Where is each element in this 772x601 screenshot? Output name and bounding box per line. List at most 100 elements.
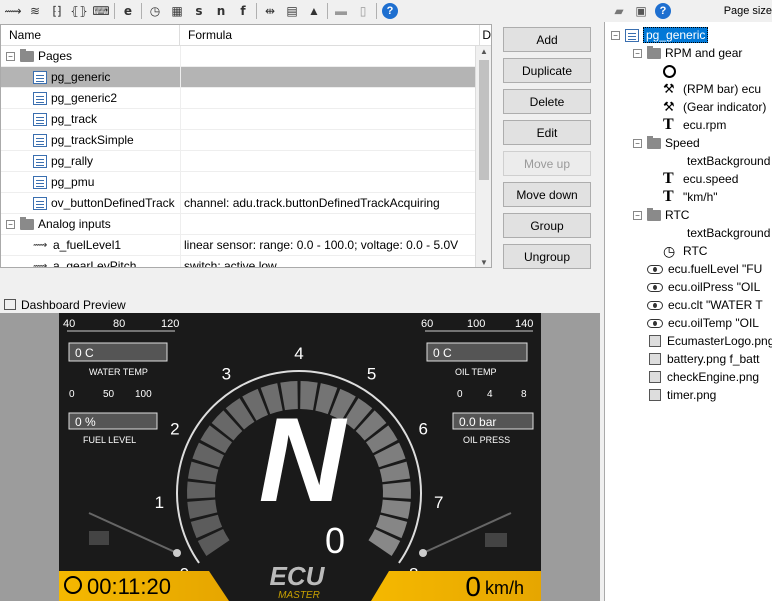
scroll-thumb[interactable] [479, 60, 489, 180]
outline-item[interactable]: − RPM and gear [633, 44, 742, 62]
document-icon[interactable]: ▯ [352, 1, 374, 21]
tree-row[interactable]: ⟿ a_gearLevPitch switch: active low [1, 256, 491, 267]
bracket-2-icon[interactable]: ⦃⦄ [68, 1, 90, 21]
outline-item[interactable]: battery.png f_batt [649, 350, 760, 368]
help-button[interactable]: ? [379, 1, 401, 21]
outline-item[interactable]: EcumasterLogo.png [649, 332, 772, 350]
duplicate-button[interactable]: Duplicate [503, 58, 591, 83]
tree-name-cell: − Analog inputs [1, 214, 181, 234]
rpm-tick-label: 3 [222, 364, 231, 383]
outline-item[interactable]: ecu.fuelLevel "FU [647, 260, 762, 278]
outline-root[interactable]: − pg_generic [611, 26, 709, 44]
outline-item[interactable]: checkEngine.png [649, 368, 759, 386]
edit-button[interactable]: Edit [503, 120, 591, 145]
open-folder-icon[interactable]: ▰ [608, 1, 630, 21]
outline-item[interactable]: ecu.oilTemp "OIL [647, 314, 759, 332]
letter-f-button[interactable]: f [232, 1, 254, 21]
sensor-icon[interactable]: ⟿ [2, 1, 24, 21]
tree-row[interactable]: pg_rally [1, 151, 491, 172]
table-icon[interactable]: ▦ [166, 1, 188, 21]
rpm-segment [187, 481, 216, 499]
logo-bottom: MASTER [278, 590, 320, 601]
rpm-segment [382, 481, 411, 499]
d-column-header[interactable]: D [480, 28, 491, 42]
tree-row[interactable]: pg_trackSimple [1, 130, 491, 151]
collapse-icon[interactable]: − [633, 48, 642, 58]
tree-name-cell: pg_pmu [1, 172, 181, 192]
tree-row[interactable]: − Pages [1, 46, 491, 67]
letter-e-button[interactable]: e [117, 1, 139, 21]
outline-item[interactable]: textBackground [687, 152, 770, 170]
text-icon: T [663, 116, 674, 133]
gauge-icon [647, 300, 663, 310]
fuel-tick-0: 0 [69, 389, 75, 400]
outline-item[interactable]: ecu.clt "WATER T [647, 296, 763, 314]
group-button[interactable]: Group [503, 213, 591, 238]
outline-item-label: ecu.oilPress "OIL [668, 280, 761, 294]
outline-item[interactable]: − Speed [633, 134, 700, 152]
outline-item[interactable]: ecu.oilPress "OIL [647, 278, 760, 296]
outline-item[interactable]: − RTC [633, 206, 689, 224]
tree-name-cell: pg_generic [1, 67, 181, 87]
tree-row[interactable]: pg_generic2 [1, 88, 491, 109]
tree-row[interactable]: pg_track [1, 109, 491, 130]
move-down-button[interactable]: Move down [503, 182, 591, 207]
preview-header: Dashboard Preview [0, 296, 600, 313]
tree-row[interactable]: pg_generic [1, 67, 491, 88]
keyboard-icon[interactable]: ⌨ [90, 1, 112, 21]
ungroup-button[interactable]: Ungroup [503, 244, 591, 269]
outline-item[interactable]: ⚒ (Gear indicator) [663, 98, 766, 116]
collapse-icon[interactable]: − [611, 30, 620, 40]
split-icon[interactable]: ⇹ [259, 1, 281, 21]
tree-row[interactable]: pg_pmu [1, 172, 491, 193]
tree-row-name: pg_track [51, 112, 98, 126]
oil-temp-label: OIL TEMP [455, 367, 497, 377]
speed-value: 0 [465, 571, 481, 601]
oil-press-tick-1: 4 [487, 389, 493, 400]
tree-scrollbar[interactable]: ▲ ▼ [475, 46, 491, 267]
scroll-up-icon[interactable]: ▲ [480, 47, 488, 56]
clock-icon: ◷ [663, 242, 676, 259]
page-icon [33, 112, 47, 126]
outline-item[interactable]: Tecu.rpm [663, 116, 726, 134]
collapse-icon[interactable]: − [633, 210, 642, 220]
outline-item[interactable]: T "km/h" [663, 188, 718, 206]
formula-column-header[interactable]: Formula [180, 25, 481, 45]
tree-row[interactable]: ov_buttonDefinedTrack channel: adu.track.… [1, 193, 491, 214]
save-icon[interactable]: ▣ [630, 1, 652, 21]
help-button-2[interactable]: ? [652, 1, 674, 21]
tree-name-cell: pg_generic2 [1, 88, 181, 108]
rpm-value: 0 [325, 520, 345, 561]
clock-icon[interactable]: ◷ [144, 1, 166, 21]
collapse-icon[interactable]: − [6, 51, 15, 61]
sensor-wave-icon[interactable]: ≋ [24, 1, 46, 21]
water-temp-label: WATER TEMP [89, 367, 148, 377]
outline-item[interactable]: textBackground [687, 224, 770, 242]
scroll-down-icon[interactable]: ▼ [480, 258, 488, 267]
letter-s-button[interactable]: s [188, 1, 210, 21]
delete-button[interactable]: Delete [503, 89, 591, 114]
folder-icon[interactable]: ▬ [330, 1, 352, 21]
outline-item[interactable]: ⚒ (RPM bar) ecu [663, 80, 761, 98]
outline-item[interactable]: ◷ RTC [663, 242, 707, 260]
rpm-tick-label: 6 [418, 419, 427, 438]
tree-row-name: Pages [38, 49, 73, 63]
tree-row[interactable]: ⟿ a_fuelLevel1 linear sensor: range: 0.0 -… [1, 235, 491, 256]
move-up-button[interactable]: Move up [503, 151, 591, 176]
tree-row-name: a_fuelLevel1 [53, 238, 122, 252]
warning-icon[interactable]: ▲ [303, 1, 325, 21]
letter-n-button[interactable]: n [210, 1, 232, 21]
form-icon[interactable]: ▤ [281, 1, 303, 21]
bracket-icon[interactable]: ⁅⁆ [46, 1, 68, 21]
outline-item[interactable] [663, 62, 682, 80]
tree-row[interactable]: − Analog inputs [1, 214, 491, 235]
tree-body: − Pages pg_generic pg_generic2 pg_track pg_tr… [1, 46, 491, 267]
add-button[interactable]: Add [503, 27, 591, 52]
collapse-icon[interactable]: − [633, 138, 642, 148]
outline-item[interactable]: Tecu.speed [663, 170, 738, 188]
collapse-icon[interactable]: − [6, 219, 15, 229]
folder-icon [20, 216, 34, 230]
name-column-header[interactable]: Name [1, 25, 181, 45]
rpm-tick-label: 5 [367, 364, 376, 383]
outline-item[interactable]: timer.png [649, 386, 716, 404]
